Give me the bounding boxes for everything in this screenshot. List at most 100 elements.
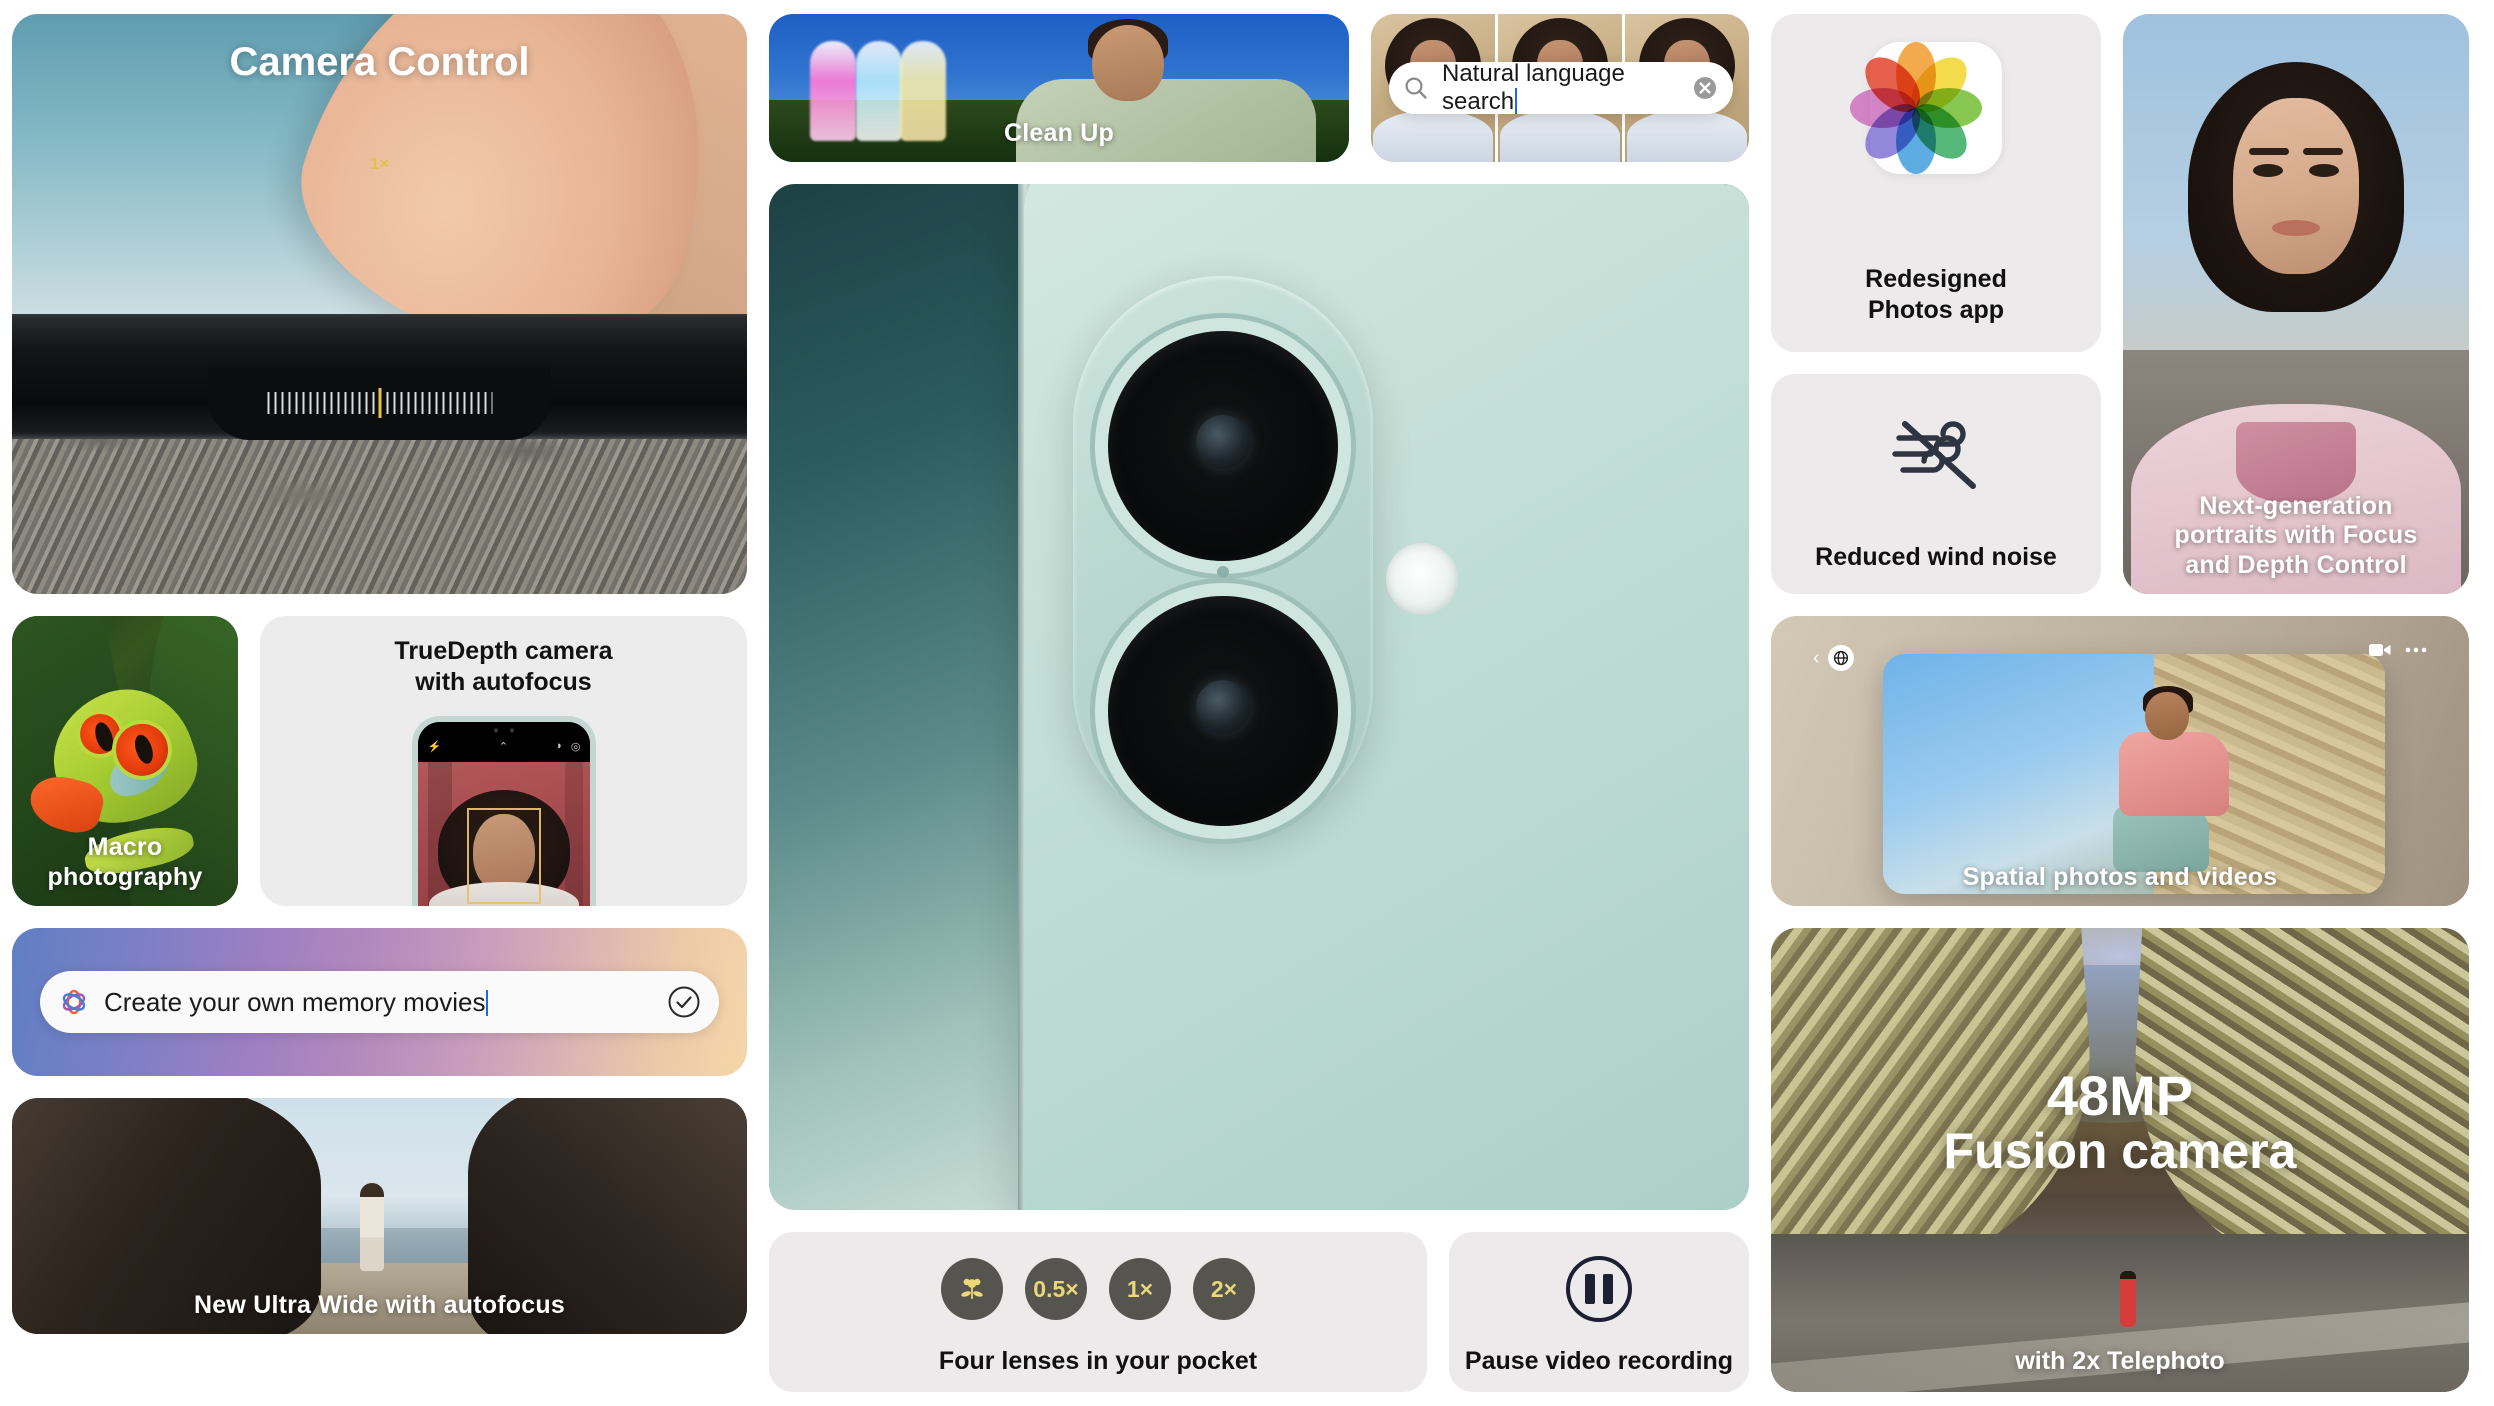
truedepth-sensor-dots (491, 728, 516, 733)
check-circle-icon[interactable] (667, 985, 701, 1019)
truedepth-title-line1: TrueDepth camera (394, 637, 613, 665)
spatial-window (1882, 653, 2386, 895)
search-input[interactable]: Natural language search (1442, 60, 1678, 116)
subject-collar (2236, 422, 2356, 502)
spatial-top-right-controls (2369, 642, 2427, 658)
spatial-top-left-controls: ‹ (1813, 645, 1854, 671)
macro-photography-tile[interactable]: Macro photography (12, 616, 238, 906)
subject-eye-left (2253, 164, 2283, 177)
portrait-caption-line1: Next-generation (2199, 491, 2393, 520)
seated-subject (2112, 686, 2235, 873)
zoom-level-indicator: 1× (369, 154, 390, 173)
lenses-pause-row: 0.5× 1× 2× Four lenses in your pocket Pa… (769, 1232, 1749, 1392)
flower-icon (957, 1274, 987, 1304)
microphone-hole (1216, 566, 1229, 579)
pause-circle-icon[interactable] (1566, 1256, 1632, 1322)
pause-video-caption: Pause video recording (1464, 1347, 1734, 1375)
camera-ui-toolbar: ⚡ ⌃ ◑ ◎ (417, 722, 590, 762)
pause-bar-left (1585, 1274, 1595, 1304)
photos-portrait-row: Redesigned Photos app Reduced wind noise… (1771, 14, 2469, 594)
video-icon[interactable] (2369, 642, 2391, 658)
macro-truedepth-row: Macro photography TrueDepth camera with … (12, 616, 747, 906)
spatial-photos-tile[interactable]: ‹ Spatial photos and videos (1771, 616, 2469, 906)
subject-eye-right (2309, 164, 2339, 177)
redesigned-photos-label: Redesigned Photos app (1771, 264, 2101, 327)
portrait-caption-line2: portraits with Focus (2174, 521, 2418, 549)
camera-control-title: Camera Control (229, 40, 530, 84)
natural-language-search-tile[interactable]: Natural language search (1371, 14, 1749, 162)
iphone-hero-tile[interactable] (769, 184, 1749, 1210)
fusion-headline-line1: 48MP (2046, 1064, 2194, 1128)
subject-brow-left (2249, 148, 2289, 155)
fusion-headline: 48MP Fusion camera (1771, 1064, 2469, 1177)
wide-camera-lens (1107, 331, 1338, 562)
feature-tile-board: 1× Camera Control Macro photography True… (0, 0, 2494, 1406)
macro-photography-caption: Macro photography (47, 833, 203, 891)
more-dots-icon[interactable] (2405, 647, 2427, 653)
pause-video-tile[interactable]: Pause video recording (1449, 1232, 1749, 1392)
reduced-wind-noise-tile[interactable]: Reduced wind noise (1771, 374, 2101, 594)
clean-up-caption: Clean Up (1004, 118, 1114, 147)
lens-button-row: 0.5× 1× 2× (769, 1232, 1427, 1320)
phone-edge (12, 314, 747, 440)
right-column: Redesigned Photos app Reduced wind noise… (1771, 14, 2469, 1392)
memory-movie-prompt-field[interactable]: Create your own memory movies (40, 971, 719, 1033)
portrait-caption-line3: and Depth Control (2185, 550, 2407, 579)
chevron-up-icon[interactable]: ⌃ (499, 740, 508, 753)
backdrop-stripe-right (565, 762, 583, 906)
four-lenses-caption: Four lenses in your pocket (938, 1347, 1258, 1375)
four-lenses-tile[interactable]: 0.5× 1× 2× Four lenses in your pocket (769, 1232, 1427, 1392)
filter-icon[interactable]: ◑ (555, 740, 562, 752)
memory-movies-tile[interactable]: Create your own memory movies (12, 928, 747, 1076)
macro-lens-button[interactable] (941, 1258, 1003, 1320)
zoom-ruler-active-tick (378, 388, 381, 418)
camera-control-panel (208, 366, 551, 440)
left-column: 1× Camera Control Macro photography True… (12, 14, 747, 1392)
truedepth-title-line2: with autofocus (415, 667, 592, 696)
apple-intelligence-icon (58, 986, 90, 1018)
search-bar[interactable]: Natural language search (1389, 60, 1733, 116)
wide-lens-label: 1× (1126, 1275, 1154, 1302)
reduced-wind-noise-label: Reduced wind noise (1815, 543, 2057, 571)
truedepth-title: TrueDepth camera with autofocus (260, 636, 747, 697)
memory-movie-input-value[interactable]: Create your own memory movies (104, 987, 653, 1018)
frog-pupil-far (91, 720, 117, 754)
fusion-camera-tile[interactable]: 48MP Fusion camera with 2x Telephoto (1771, 928, 2469, 1392)
subject-head (1091, 24, 1164, 101)
next-gen-portraits-tile[interactable]: Next-generation portraits with Focus and… (2123, 14, 2469, 594)
flash-icon[interactable]: ⚡ (428, 740, 442, 753)
hiker-figure (2120, 1271, 2136, 1328)
ultrawide-lens-label: 0.5× (1033, 1275, 1079, 1302)
spatial-photos-caption: Spatial photos and videos (1962, 862, 2278, 891)
text-caret (486, 989, 489, 1016)
subject-shirt (1627, 110, 1747, 162)
truedepth-camera-tile[interactable]: TrueDepth camera with autofocus ⚡ ⌃ ◑ ◎ (260, 616, 747, 906)
camera-control-tile[interactable]: 1× Camera Control (12, 14, 747, 594)
telephoto-lens-label: 2× (1210, 1275, 1238, 1302)
live-photo-icon[interactable]: ◎ (571, 740, 581, 753)
telephoto-lens-button[interactable]: 2× (1193, 1258, 1255, 1320)
next-gen-portraits-caption: Next-generation portraits with Focus and… (2123, 492, 2469, 581)
ultrawide-lens-button[interactable]: 0.5× (1025, 1258, 1087, 1320)
spatial-badge-icon[interactable] (1827, 645, 1854, 671)
ultra-wide-tile[interactable]: New Ultra Wide with autofocus (12, 1098, 747, 1334)
camera-plateau (1072, 276, 1373, 837)
ultra-wide-caption: New Ultra Wide with autofocus (194, 1290, 565, 1319)
clean-up-tile[interactable]: Clean Up (769, 14, 1349, 162)
led-flash (1386, 543, 1459, 616)
wide-lens-button[interactable]: 1× (1109, 1258, 1171, 1320)
subject-lips (2272, 220, 2320, 236)
photos-app-icon[interactable] (1850, 42, 2002, 174)
fusion-subline: with 2x Telephoto (2015, 1347, 2225, 1375)
clear-circle-icon[interactable] (1691, 74, 1719, 102)
subject-shirt (1500, 110, 1620, 162)
wind-slash-icon (1881, 408, 1991, 500)
subject-shirt (1373, 110, 1493, 162)
subject-brow-right (2303, 148, 2343, 155)
subject-face (2233, 98, 2359, 274)
redesigned-photos-tile[interactable]: Redesigned Photos app (1771, 14, 2101, 352)
search-icon (1403, 75, 1429, 101)
chevron-left-icon[interactable]: ‹ (1813, 647, 1820, 670)
subject-shirt (2118, 732, 2229, 817)
subject-head (2144, 692, 2189, 741)
